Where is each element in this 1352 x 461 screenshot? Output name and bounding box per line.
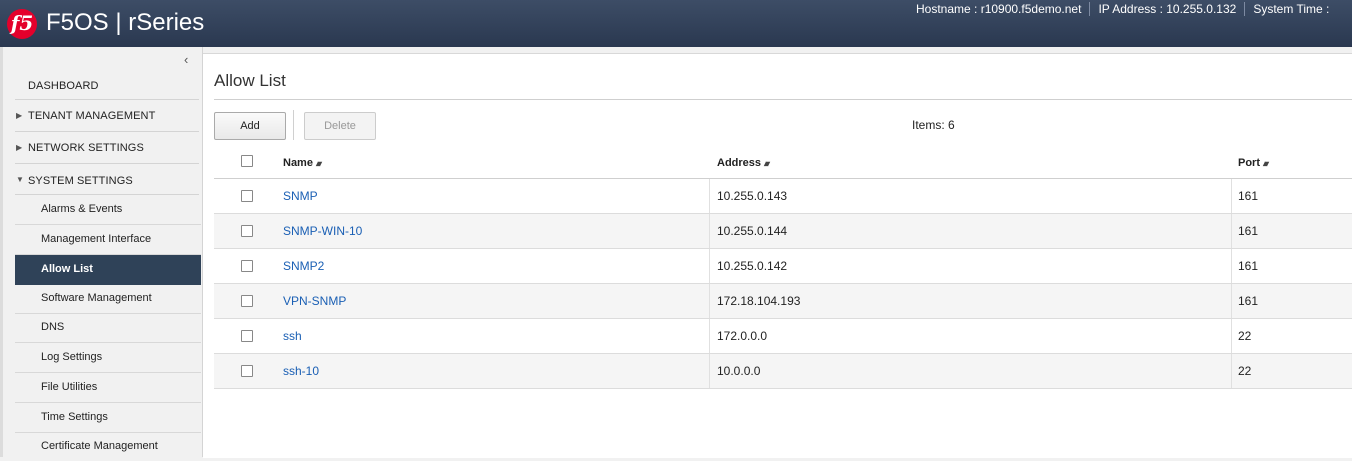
- column-header-port[interactable]: Port ▴▾: [1238, 157, 1269, 169]
- sort-icon: ▴▾: [1263, 159, 1269, 168]
- sidebar-edge: [0, 47, 3, 457]
- address-cell: 10.0.0.0: [717, 364, 761, 378]
- sidebar-item-management-interface[interactable]: Management Interface: [15, 225, 201, 255]
- main-panel: Allow List Add Delete Items: 6 Name ▴▾ Ad…: [203, 53, 1352, 458]
- port-cell: 161: [1238, 294, 1259, 308]
- sidebar-item-label: Time Settings: [41, 411, 108, 423]
- address-cell: 172.0.0.0: [717, 329, 768, 343]
- column-divider: [709, 179, 710, 213]
- items-count: Items: 6: [912, 118, 955, 132]
- sidebar-item-network-settings[interactable]: ▶ NETWORK SETTINGS: [15, 132, 199, 164]
- column-header-label: Address: [717, 157, 762, 169]
- sidebar-item-alarms-events[interactable]: Alarms & Events: [15, 195, 201, 225]
- system-time-label: System Time :: [1253, 2, 1330, 16]
- column-divider: [709, 249, 710, 283]
- address-cell: 10.255.0.144: [717, 224, 788, 238]
- column-header-label: Port: [1238, 157, 1260, 169]
- expand-caret-icon: ▶: [16, 143, 23, 152]
- ip-address-label: IP Address : 10.255.0.132: [1098, 2, 1237, 16]
- collapse-sidebar-icon[interactable]: ‹: [184, 53, 188, 67]
- expand-caret-icon: ▶: [16, 111, 23, 120]
- address-cell: 10.255.0.143: [717, 189, 788, 203]
- column-header-label: Name: [283, 157, 313, 169]
- sidebar-item-label: Certificate Management: [41, 440, 158, 452]
- delete-button[interactable]: Delete: [304, 112, 376, 140]
- toolbar-divider: [293, 110, 294, 140]
- allow-list-name-link[interactable]: ssh: [283, 329, 302, 343]
- sidebar-item-dns[interactable]: DNS: [15, 313, 201, 343]
- select-all-checkbox[interactable]: [241, 155, 253, 167]
- sidebar-item-tenant-management[interactable]: ▶ TENANT MANAGEMENT: [15, 100, 199, 132]
- product-title: F5OS | rSeries: [46, 9, 205, 36]
- column-divider: [1231, 319, 1232, 353]
- table-row[interactable]: SNMP2 10.255.0.142 161: [214, 249, 1352, 284]
- sidebar-item-label: TENANT MANAGEMENT: [28, 110, 156, 122]
- title-divider: [214, 99, 1352, 100]
- column-divider: [1231, 354, 1232, 388]
- column-divider: [1231, 179, 1232, 213]
- port-cell: 161: [1238, 259, 1259, 273]
- collapse-caret-icon: ▼: [16, 175, 25, 184]
- sidebar-item-label: Log Settings: [41, 351, 103, 363]
- sort-icon: ▴▾: [315, 159, 322, 168]
- allow-list-name-link[interactable]: VPN-SNMP: [283, 294, 346, 308]
- column-divider: [1231, 214, 1232, 248]
- column-divider: [709, 354, 710, 388]
- sidebar-item-label: Software Management: [41, 292, 152, 304]
- port-cell: 22: [1238, 364, 1252, 378]
- sidebar-item-file-utilities[interactable]: File Utilities: [15, 373, 201, 403]
- allow-list-name-link[interactable]: ssh-10: [283, 364, 319, 378]
- column-divider: [709, 214, 710, 248]
- port-cell: 161: [1238, 189, 1259, 203]
- sidebar-item-time-settings[interactable]: Time Settings: [15, 403, 201, 433]
- row-checkbox[interactable]: [241, 295, 253, 307]
- sidebar-item-dashboard[interactable]: DASHBOARD: [15, 66, 199, 100]
- allow-list-name-link[interactable]: SNMP-WIN-10: [283, 224, 362, 238]
- system-status-bar: Hostname : r10900.f5demo.net IP Address …: [908, 0, 1337, 18]
- sidebar-item-label: Alarms & Events: [41, 203, 123, 215]
- sidebar-nav: ‹ DASHBOARD ▶ TENANT MANAGEMENT ▶ NETWOR…: [0, 47, 203, 457]
- row-checkbox[interactable]: [241, 365, 253, 377]
- add-button[interactable]: Add: [214, 112, 286, 140]
- sidebar-item-label: DNS: [41, 321, 65, 333]
- sidebar-item-label: SYSTEM SETTINGS: [28, 175, 133, 187]
- row-checkbox[interactable]: [241, 190, 253, 202]
- page-title: Allow List: [214, 71, 286, 90]
- top-header: f5 F5OS | rSeries Hostname : r10900.f5de…: [0, 0, 1352, 47]
- sidebar-item-label: Allow List: [41, 263, 93, 275]
- row-checkbox[interactable]: [241, 260, 253, 272]
- sidebar-item-label: File Utilities: [41, 381, 98, 393]
- f5-logo: f5: [7, 9, 37, 39]
- sidebar-item-software-management[interactable]: Software Management: [15, 284, 201, 314]
- port-cell: 22: [1238, 329, 1252, 343]
- sort-icon: ▴▾: [764, 159, 770, 168]
- sidebar-item-label: DASHBOARD: [28, 80, 99, 92]
- sidebar-item-log-settings[interactable]: Log Settings: [15, 343, 201, 373]
- sidebar-item-allow-list[interactable]: Allow List: [15, 255, 201, 285]
- row-checkbox[interactable]: [241, 330, 253, 342]
- table-row[interactable]: ssh 172.0.0.0 22: [214, 319, 1352, 354]
- column-divider: [1231, 249, 1232, 283]
- column-divider: [709, 319, 710, 353]
- table-row[interactable]: SNMP-WIN-10 10.255.0.144 161: [214, 214, 1352, 249]
- row-checkbox[interactable]: [241, 225, 253, 237]
- sidebar-item-label: Management Interface: [41, 233, 152, 245]
- table-header: Name ▴▾ Address ▴▾ Port ▴▾: [214, 146, 1352, 179]
- table-row[interactable]: ssh-10 10.0.0.0 22: [214, 354, 1352, 389]
- column-header-name[interactable]: Name ▴▾: [283, 157, 322, 169]
- allow-list-name-link[interactable]: SNMP: [283, 189, 318, 203]
- table-row[interactable]: SNMP 10.255.0.143 161: [214, 179, 1352, 214]
- hostname-label: Hostname : r10900.f5demo.net: [916, 2, 1082, 16]
- table-row[interactable]: VPN-SNMP 172.18.104.193 161: [214, 284, 1352, 319]
- address-cell: 172.18.104.193: [717, 294, 801, 308]
- allow-list-name-link[interactable]: SNMP2: [283, 259, 324, 273]
- sidebar-item-label: NETWORK SETTINGS: [28, 142, 144, 154]
- port-cell: 161: [1238, 224, 1259, 238]
- address-cell: 10.255.0.142: [717, 259, 788, 273]
- column-divider: [1231, 284, 1232, 318]
- column-divider: [709, 284, 710, 318]
- column-header-address[interactable]: Address ▴▾: [717, 157, 770, 169]
- sidebar-item-system-settings[interactable]: ▼ SYSTEM SETTINGS: [15, 164, 199, 195]
